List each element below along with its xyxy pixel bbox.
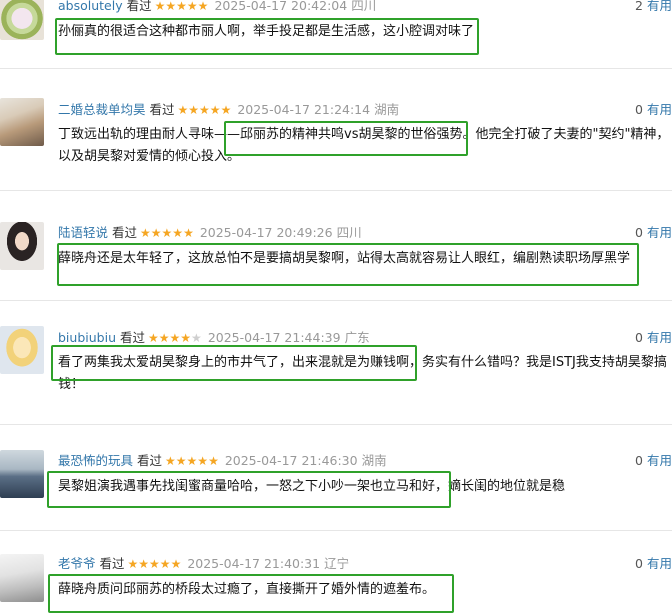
useful-count: 0 xyxy=(635,556,643,571)
divider xyxy=(0,300,672,301)
review-location: 四川 xyxy=(351,0,377,13)
review-content: 丁致远出轨的理由耐人寻味——邱丽苏的精神共鸣vs胡昊黎的世俗强势。他完全打破了夫… xyxy=(58,127,670,164)
useful-button[interactable]: 有用 xyxy=(647,453,672,468)
avatar[interactable] xyxy=(0,554,44,602)
avatar[interactable] xyxy=(0,450,44,498)
rating-stars: ★★★★★ xyxy=(148,331,202,345)
review-date: 2025-04-17 20:42:04 xyxy=(214,0,348,13)
review-date: 2025-04-17 21:24:14 xyxy=(237,102,371,117)
avatar[interactable] xyxy=(0,326,44,374)
star-on-icon: ★★★★★ xyxy=(154,0,209,13)
rating-stars: ★★★★★ xyxy=(128,557,182,571)
review-location: 湖南 xyxy=(374,102,400,117)
avatar[interactable] xyxy=(0,98,44,146)
divider xyxy=(0,424,672,425)
rating-stars: ★★★★★ xyxy=(155,0,209,13)
review-date: 2025-04-17 21:44:39 xyxy=(207,330,341,345)
username-link[interactable]: 老爷爷 xyxy=(58,556,96,571)
watched-label: 看过 xyxy=(120,330,146,345)
review-content: 孙俪真的很适合这种都市丽人啊，举手投足都是生活感，这小腔调对味了 xyxy=(58,24,475,39)
divider xyxy=(0,190,672,191)
review-content: 薛晓舟还是太年轻了，这放总怕不是要搞胡昊黎啊，站得太高就容易让人眼红，编剧熟读职… xyxy=(58,251,631,266)
review-meta: 二婚总裁单均昊 看过 ★★★★★ 2025-04-17 21:24:14 湖南 xyxy=(58,102,399,118)
useful-vote[interactable]: 0 有用 xyxy=(635,453,672,469)
watched-label: 看过 xyxy=(137,453,163,468)
review-meta: absolutely 看过 ★★★★★ 2025-04-17 20:42:04 四川 xyxy=(58,0,376,14)
useful-button[interactable]: 有用 xyxy=(647,0,672,13)
review-location: 四川 xyxy=(336,225,362,240)
useful-count: 0 xyxy=(635,102,643,117)
watched-label: 看过 xyxy=(99,556,125,571)
avatar[interactable] xyxy=(0,222,44,270)
watched-label: 看过 xyxy=(112,225,138,240)
username-link[interactable]: biubiubiu xyxy=(58,330,116,345)
divider xyxy=(0,68,672,69)
review-meta: 陆语轻说 看过 ★★★★★ 2025-04-17 20:49:26 四川 xyxy=(58,225,362,241)
star-on-icon: ★★★★★ xyxy=(140,226,194,240)
review-date: 2025-04-17 21:46:30 xyxy=(224,453,358,468)
review-date: 2025-04-17 20:49:26 xyxy=(199,225,333,240)
useful-vote[interactable]: 0 有用 xyxy=(635,225,672,241)
useful-vote[interactable]: 0 有用 xyxy=(635,330,672,346)
divider xyxy=(0,530,672,531)
useful-button[interactable]: 有用 xyxy=(647,225,672,240)
useful-button[interactable]: 有用 xyxy=(647,102,672,117)
username-link[interactable]: 二婚总裁单均昊 xyxy=(58,102,146,117)
review-meta: 老爷爷 看过 ★★★★★ 2025-04-17 21:40:31 辽宁 xyxy=(58,556,349,572)
useful-button[interactable]: 有用 xyxy=(647,556,672,571)
rating-stars: ★★★★★ xyxy=(140,226,194,240)
review-meta: 最恐怖的玩具 看过 ★★★★★ 2025-04-17 21:46:30 湖南 xyxy=(58,453,387,469)
review-content: 昊黎姐演我遇事先找闺蜜商量哈哈，一怒之下小吵一架也立马和好，嫡长闺的地位就是稳 xyxy=(58,479,566,494)
watched-label: 看过 xyxy=(149,102,175,117)
useful-vote[interactable]: 0 有用 xyxy=(635,556,672,572)
review-date: 2025-04-17 21:40:31 xyxy=(187,556,321,571)
username-link[interactable]: 最恐怖的玩具 xyxy=(58,453,133,468)
watched-label: 看过 xyxy=(126,0,152,13)
review-content: 薛晓舟质问邱丽苏的桥段太过瘾了，直接撕开了婚外情的遮羞布。 xyxy=(58,582,436,597)
useful-count: 2 xyxy=(635,0,643,13)
review-meta: biubiubiu 看过 ★★★★★ 2025-04-17 21:44:39 广东 xyxy=(58,330,370,346)
useful-count: 0 xyxy=(635,453,643,468)
useful-button[interactable]: 有用 xyxy=(647,330,672,345)
star-on-icon: ★★★★★ xyxy=(177,103,232,117)
useful-count: 0 xyxy=(635,330,643,345)
review-location: 湖南 xyxy=(361,453,387,468)
review-location: 广东 xyxy=(344,330,370,345)
rating-stars: ★★★★★ xyxy=(178,103,232,117)
rating-stars: ★★★★★ xyxy=(165,454,219,468)
useful-count: 0 xyxy=(635,225,643,240)
star-on-icon: ★★★★★ xyxy=(165,454,219,468)
review-content: 看了两集我太爱胡昊黎身上的市井气了，出来混就是为赚钱啊，务实有什么错吗？我是IS… xyxy=(58,355,667,392)
avatar[interactable] xyxy=(0,0,44,40)
username-link[interactable]: 陆语轻说 xyxy=(58,225,108,240)
star-on-icon: ★★★★★ xyxy=(127,557,182,571)
star-off-icon: ★ xyxy=(191,331,202,345)
useful-vote[interactable]: 0 有用 xyxy=(635,102,672,118)
useful-vote[interactable]: 2 有用 xyxy=(635,0,672,14)
review-location: 辽宁 xyxy=(324,556,350,571)
username-link[interactable]: absolutely xyxy=(58,0,123,13)
star-on-icon: ★★★★ xyxy=(148,331,192,345)
